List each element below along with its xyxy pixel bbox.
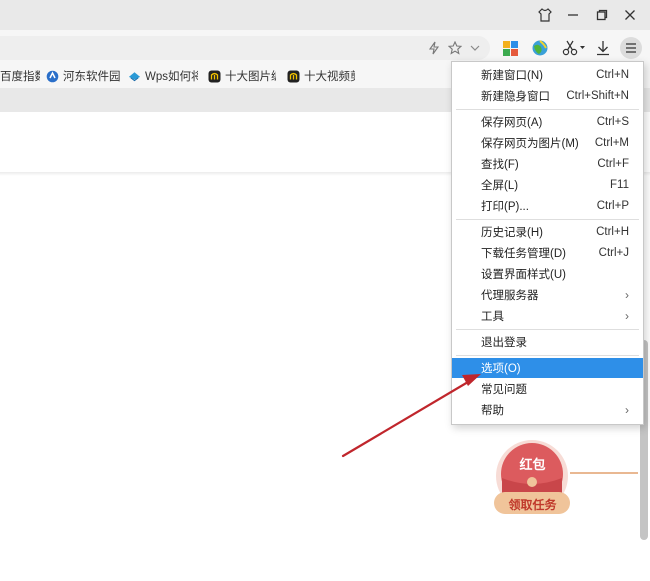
- annotation-arrow: [341, 374, 481, 458]
